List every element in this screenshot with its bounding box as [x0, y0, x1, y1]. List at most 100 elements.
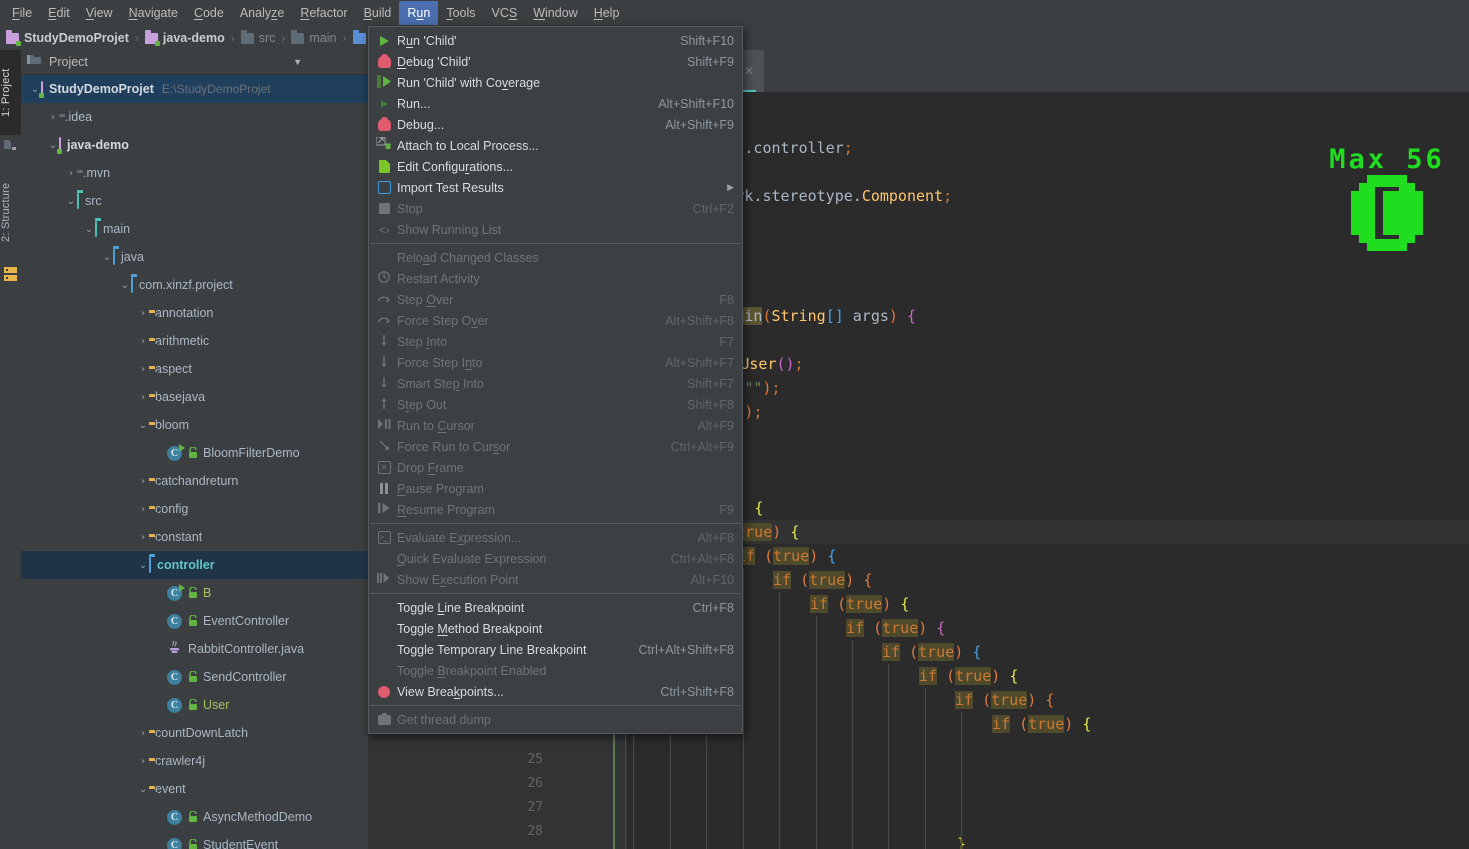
run-menu-item-edit-configurations[interactable]: Edit Configurations... — [369, 156, 742, 177]
folder-icon — [291, 29, 305, 44]
tree-expand-arrow[interactable]: › — [47, 112, 59, 123]
tree-item-config[interactable]: › config — [21, 495, 368, 523]
menu-item-label: Run 'Child' with Coverage — [397, 75, 541, 90]
sidebar-item-project[interactable]: 1: Project — [0, 50, 21, 135]
tree-item-studentevent[interactable]: C StudentEvent — [21, 831, 368, 849]
tree-item-main[interactable]: ⌄ main — [21, 215, 368, 243]
menubar-item-analyze[interactable]: Analyze — [232, 1, 292, 25]
tree-expand-arrow[interactable]: › — [137, 728, 149, 739]
tree-expand-arrow[interactable]: ⌄ — [137, 560, 149, 571]
run-menu-item-view-breakpoints[interactable]: View Breakpoints... Ctrl+Shift+F8 — [369, 681, 742, 702]
menu-item-label: Attach to Local Process... — [397, 138, 539, 153]
run-menu-item-attach-to-local-process[interactable]: Attach to Local Process... — [369, 135, 742, 156]
tree-item-eventcontroller[interactable]: C EventController — [21, 607, 368, 635]
breadcrumb-item-src[interactable]: src — [240, 29, 275, 45]
run-menu-item-toggle-method-breakpoint[interactable]: Toggle Method Breakpoint — [369, 618, 742, 639]
tree-item-b[interactable]: CB — [21, 579, 368, 607]
tree-expand-arrow[interactable]: › — [137, 336, 149, 347]
tree-expand-arrow[interactable]: › — [137, 504, 149, 515]
close-icon[interactable]: ✕ — [744, 64, 754, 78]
tree-item--idea[interactable]: › .idea — [21, 103, 368, 131]
menubar-item-file[interactable]: File — [4, 1, 40, 25]
run-menu-item-run[interactable]: Run... Alt+Shift+F10 — [369, 93, 742, 114]
run-menu-item-toggle-temporary-line-breakpoint[interactable]: Toggle Temporary Line Breakpoint Ctrl+Alt… — [369, 639, 742, 660]
tree-item-label: countDownLatch — [155, 726, 249, 740]
tree-expand-arrow[interactable]: › — [137, 532, 149, 543]
tree-item-user[interactable]: C User — [21, 691, 368, 719]
tree-expand-arrow[interactable]: › — [137, 308, 149, 319]
tree-expand-arrow[interactable]: ⌄ — [119, 280, 131, 291]
run-menu-popup[interactable]: Run 'Child' Shift+F10 Debug 'Child' Shift+F… — [368, 26, 743, 734]
tree-item-sendcontroller[interactable]: C SendController — [21, 663, 368, 691]
chevron-down-icon[interactable]: ▼ — [293, 57, 362, 67]
run-menu-item-debug-child[interactable]: Debug 'Child' Shift+F9 — [369, 51, 742, 72]
tree-expand-arrow[interactable]: ⌄ — [83, 224, 95, 235]
menubar-item-view[interactable]: View — [78, 1, 121, 25]
project-panel-header[interactable]: Project ▼ — [21, 50, 368, 75]
tree-item-constant[interactable]: › constant — [21, 523, 368, 551]
menubar-item-refactor[interactable]: Refactor — [292, 1, 355, 25]
menubar-item-navigate[interactable]: Navigate — [121, 1, 186, 25]
breadcrumb-item-studydemoprojet[interactable]: StudyDemoProjet — [6, 29, 129, 46]
menu-item-label: Drop Frame — [397, 460, 464, 475]
tree-item-java-demo[interactable]: ⌄ java-demo — [21, 131, 368, 159]
tree-item-studydemoprojet[interactable]: ⌄ StudyDemoProjet E:\StudyDemoProjet — [21, 75, 368, 103]
tree-item-catchandreturn[interactable]: › catchandreturn — [21, 467, 368, 495]
tree-item-countdownlatch[interactable]: › countDownLatch — [21, 719, 368, 747]
sidebar-item-structure[interactable]: 2: Structure — [0, 162, 21, 262]
line-number: 28 — [527, 824, 543, 839]
menu-item-shortcut: Alt+Shift+F8 — [665, 313, 734, 328]
menubar-item-code[interactable]: Code — [186, 1, 232, 25]
tree-item--mvn[interactable]: › .mvn — [21, 159, 368, 187]
run-menu-item-debug[interactable]: Debug... Alt+Shift+F9 — [369, 114, 742, 135]
force-run-to-cursor-icon — [378, 439, 391, 454]
tree-item-bloom[interactable]: ⌄ bloom — [21, 411, 368, 439]
run-menu-item-toggle-breakpoint-enabled: Toggle Breakpoint Enabled — [369, 660, 742, 681]
step-out-icon — [378, 397, 390, 413]
tree-item-asyncmethoddemo[interactable]: C AsyncMethodDemo — [21, 803, 368, 831]
tree-expand-arrow[interactable]: › — [65, 168, 77, 179]
tree-item-controller[interactable]: ⌄ controller — [21, 551, 368, 579]
tree-item-basejava[interactable]: › basejava — [21, 383, 368, 411]
run-menu-item-toggle-line-breakpoint[interactable]: Toggle Line Breakpoint Ctrl+F8 — [369, 597, 742, 618]
breadcrumb-item-main[interactable]: main — [291, 29, 337, 45]
tree-item-com-xinzf-project[interactable]: ⌄ com.xinzf.project — [21, 271, 368, 299]
tree-expand-arrow[interactable]: ⌄ — [137, 420, 149, 431]
menu-separator — [370, 593, 741, 594]
tree-item-label: src — [85, 194, 102, 208]
menubar-item-tools[interactable]: Tools — [438, 1, 483, 25]
menubar-item-vcs[interactable]: VCS — [484, 1, 526, 25]
menubar-item-window[interactable]: Window — [525, 1, 585, 25]
run-menu-item-run-child[interactable]: Run 'Child' Shift+F10 — [369, 30, 742, 51]
java-class-runnable-icon: C — [167, 443, 185, 461]
tree-item-arithmetic[interactable]: › arithmetic — [21, 327, 368, 355]
menubar-item-help[interactable]: Help — [586, 1, 628, 25]
tree-expand-arrow[interactable]: › — [137, 392, 149, 403]
menubar-item-edit[interactable]: Edit — [40, 1, 78, 25]
code-line: if (true) { — [810, 595, 910, 613]
tree-item-label: annotation — [155, 306, 214, 320]
menu-separator — [370, 243, 741, 244]
tree-expand-arrow[interactable]: › — [137, 756, 149, 767]
menubar-item-run[interactable]: Run — [399, 1, 439, 25]
tree-item-event[interactable]: ⌄ event — [21, 775, 368, 803]
run-menu-item-import-test-results[interactable]: Import Test Results ▶ — [369, 177, 742, 198]
project-tree[interactable]: ⌄ StudyDemoProjet E:\StudyDemoProjet › .idea… — [21, 75, 368, 849]
code-line: if (true) { — [773, 571, 873, 589]
tree-item-crawler4j[interactable]: › crawler4j — [21, 747, 368, 775]
tree-item-aspect[interactable]: › aspect — [21, 355, 368, 383]
tree-expand-arrow[interactable]: ⌄ — [101, 252, 113, 263]
tree-expand-arrow[interactable]: › — [137, 364, 149, 375]
run-menu-item-get-thread-dump: Get thread dump — [369, 709, 742, 730]
tree-item-annotation[interactable]: › annotation — [21, 299, 368, 327]
menubar-item-build[interactable]: Build — [356, 1, 400, 25]
tree-expand-arrow[interactable]: ⌄ — [137, 784, 149, 795]
tree-expand-arrow[interactable]: ⌄ — [65, 196, 77, 207]
run-menu-item-run-child-with-coverage[interactable]: Run 'Child' with Coverage — [369, 72, 742, 93]
tree-item-bloomfilterdemo[interactable]: C BloomFilterDemo — [21, 439, 368, 467]
tree-expand-arrow[interactable]: › — [137, 476, 149, 487]
tree-item-rabbitcontroller-java[interactable]: RabbitController.java — [21, 635, 368, 663]
tree-item-src[interactable]: ⌄ src — [21, 187, 368, 215]
breadcrumb-item-java-demo[interactable]: java-demo — [144, 29, 225, 46]
tree-item-java[interactable]: ⌄ java — [21, 243, 368, 271]
